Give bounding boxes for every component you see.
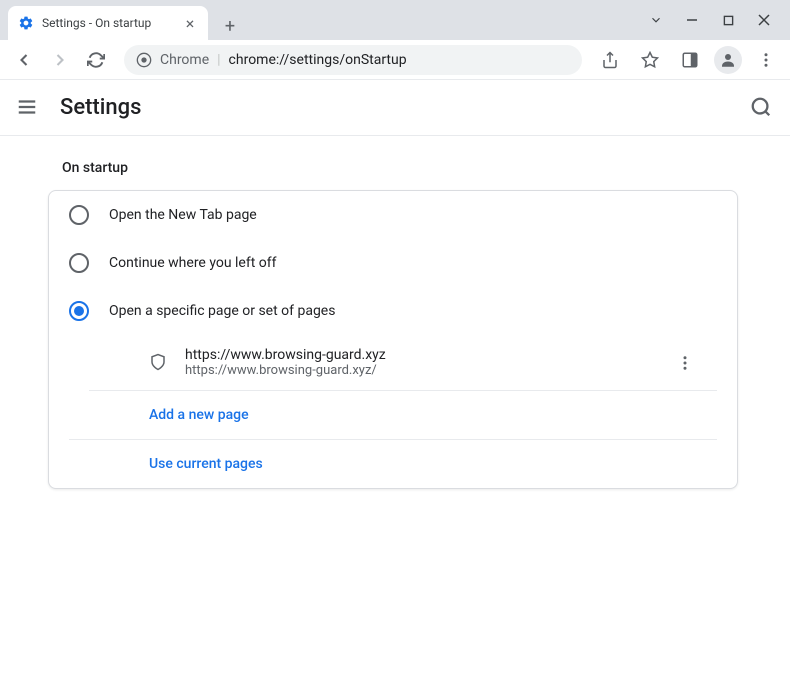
tab-strip: Settings - On startup × + [0, 0, 244, 40]
browser-toolbar: Chrome | chrome://settings/onStartup [0, 40, 790, 80]
radio-option-new-tab[interactable]: Open the New Tab page [49, 191, 737, 239]
reload-button[interactable] [80, 44, 112, 76]
startup-page-row: https://www.browsing-guard.xyz https://w… [89, 335, 717, 391]
close-tab-icon[interactable]: × [182, 15, 198, 31]
close-window-button[interactable] [754, 10, 774, 30]
chevron-down-icon[interactable] [646, 10, 666, 30]
browser-tab[interactable]: Settings - On startup × [8, 6, 208, 40]
settings-content: On startup Open the New Tab page Continu… [0, 136, 790, 513]
window-controls [646, 10, 790, 30]
search-icon[interactable] [750, 96, 774, 120]
back-button[interactable] [8, 44, 40, 76]
chrome-icon [136, 52, 152, 68]
page-url-text: https://www.browsing-guard.xyz/ [185, 363, 657, 378]
forward-button[interactable] [44, 44, 76, 76]
new-tab-button[interactable]: + [216, 12, 244, 40]
use-current-pages-link[interactable]: Use current pages [89, 440, 737, 488]
kebab-menu-icon[interactable] [750, 44, 782, 76]
radio-button[interactable] [69, 253, 89, 273]
menu-icon[interactable] [16, 96, 40, 120]
radio-label: Open the New Tab page [109, 207, 257, 223]
tab-title: Settings - On startup [42, 16, 174, 30]
radio-option-continue[interactable]: Continue where you left off [49, 239, 737, 287]
startup-card: Open the New Tab page Continue where you… [48, 190, 738, 489]
settings-header: Settings [0, 80, 790, 136]
radio-label: Open a specific page or set of pages [109, 303, 335, 319]
add-page-link[interactable]: Add a new page [89, 391, 737, 439]
radio-option-specific[interactable]: Open a specific page or set of pages [49, 287, 737, 335]
url-text: Chrome | chrome://settings/onStartup [160, 52, 407, 68]
bookmark-icon[interactable] [634, 44, 666, 76]
page-title: Settings [60, 95, 141, 120]
radio-button[interactable] [69, 205, 89, 225]
toolbar-actions [594, 44, 782, 76]
radio-label: Continue where you left off [109, 255, 277, 271]
shield-icon [149, 353, 169, 373]
address-bar[interactable]: Chrome | chrome://settings/onStartup [124, 45, 582, 75]
share-icon[interactable] [594, 44, 626, 76]
page-title-text: https://www.browsing-guard.xyz [185, 347, 657, 363]
page-info: https://www.browsing-guard.xyz https://w… [185, 347, 657, 378]
radio-button[interactable] [69, 301, 89, 321]
profile-avatar[interactable] [714, 46, 742, 74]
maximize-button[interactable] [718, 10, 738, 30]
title-bar: Settings - On startup × + [0, 0, 790, 40]
gear-icon [18, 15, 34, 31]
minimize-button[interactable] [682, 10, 702, 30]
page-options-icon[interactable] [673, 351, 697, 375]
section-label: On startup [0, 160, 790, 190]
side-panel-icon[interactable] [674, 44, 706, 76]
